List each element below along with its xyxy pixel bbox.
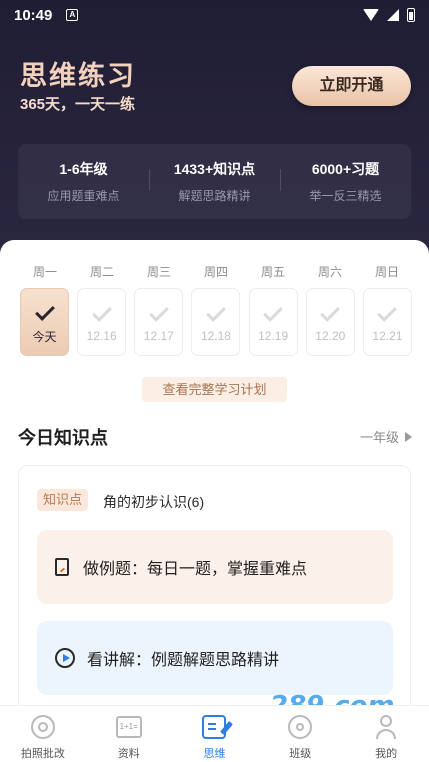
day-card[interactable]: 12.18 (191, 288, 241, 356)
day-label: 12.16 (86, 329, 117, 343)
task-label: 做例题：每日一题，掌握重难点 (83, 561, 308, 578)
day-card-today[interactable]: 今天 (20, 288, 69, 356)
day-card[interactable]: 12.17 (134, 288, 184, 356)
weekday-row: 周一 周二 周三 周四 周五 周六 周日 (20, 263, 412, 280)
tab-mine[interactable]: 我的 (343, 706, 429, 762)
status-bar: 10:49 A (0, 0, 429, 30)
stat-grades: 1-6年级 应用题重难点 (18, 159, 149, 204)
check-icon (91, 302, 112, 322)
camera-icon (30, 715, 55, 739)
status-icons (363, 8, 415, 22)
wifi-icon (363, 9, 379, 21)
user-icon (375, 715, 397, 739)
check-icon (34, 300, 55, 321)
weekday-label: 周三 (146, 265, 171, 279)
tab-class[interactable]: 班级 (257, 706, 343, 762)
day-label: 12.19 (258, 329, 289, 343)
page-subtitle: 365天，一天一练 (20, 96, 136, 113)
stat-label: 应用题重难点 (47, 189, 120, 203)
weekday-label: 周四 (203, 265, 228, 279)
day-label: 今天 (32, 329, 57, 344)
weekday-label: 周二 (89, 265, 114, 279)
weekday-label: 周五 (260, 265, 285, 279)
signal-icon (387, 9, 399, 21)
day-card[interactable]: 12.16 (77, 288, 127, 356)
play-icon (55, 648, 75, 668)
document-edit-icon (55, 558, 69, 576)
day-card[interactable]: 12.19 (248, 288, 298, 356)
notification-icon: A (66, 9, 79, 21)
tab-label: 我的 (375, 748, 398, 760)
section-title: 今日知识点 (18, 428, 108, 448)
weekday-label: 周一 (32, 265, 57, 279)
tab-icon-wrap: 1+1= (115, 714, 142, 740)
stats-card: 1-6年级 应用题重难点 1433+知识点 解题思路精讲 6000+习题 举一反… (18, 144, 411, 219)
day-label: 12.17 (143, 329, 174, 343)
pencil-note-icon (202, 715, 227, 739)
tab-icon-wrap (373, 714, 399, 740)
check-icon (320, 302, 341, 322)
triangle-right-icon (405, 431, 412, 442)
hero-header: 10:49 A 思维练习 365天，一天一练 立即开通 1-6年级 应用题重难点… (0, 0, 429, 270)
lecture-task-button[interactable]: 看讲解：例题解题思路精讲 (37, 621, 393, 695)
tab-icon-wrap (287, 714, 313, 740)
tab-label: 拍照批改 (20, 748, 65, 760)
tab-label: 资料 (117, 748, 140, 760)
day-cards-row: 今天 12.16 12.17 12.18 12.19 12.20 12.21 (20, 288, 412, 356)
book-icon: 1+1= (115, 716, 142, 738)
tab-icon-wrap (30, 714, 56, 740)
grade-label: 一年级 (359, 430, 399, 445)
weekday-label: 周六 (317, 265, 342, 279)
knowledge-card: 知识点 角的初步认识(6) 做例题：每日一题，掌握重难点 看讲解：例题解题思路精… (18, 465, 411, 725)
tab-materials[interactable]: 1+1= 资料 (86, 706, 172, 762)
open-membership-button[interactable]: 立即开通 (292, 66, 411, 106)
tab-photo-grading[interactable]: 拍照批改 (0, 706, 86, 762)
tab-thinking[interactable]: 思维 (172, 706, 258, 762)
class-icon (288, 715, 313, 739)
grade-selector[interactable]: 一年级 (360, 427, 412, 446)
stat-knowledge-points: 1433+知识点 解题思路精讲 (149, 159, 280, 204)
battery-icon (407, 8, 415, 22)
check-icon (263, 302, 284, 322)
stat-label: 举一反三精选 (309, 189, 382, 203)
weekday-label: 周日 (374, 265, 399, 279)
day-card[interactable]: 12.21 (362, 288, 412, 356)
knowledge-topic: 角的初步认识(6) (103, 494, 205, 510)
bottom-tab-bar: 拍照批改 1+1= 资料 思维 班级 我的 (0, 705, 429, 762)
example-task-button[interactable]: 做例题：每日一题，掌握重难点 (37, 530, 393, 604)
day-card[interactable]: 12.20 (305, 288, 355, 356)
day-label: 12.20 (315, 329, 346, 343)
stat-value: 1433+知识点 (173, 161, 256, 177)
task-label: 看讲解：例题解题思路精讲 (87, 652, 280, 669)
check-icon (377, 302, 398, 322)
knowledge-tag: 知识点 (37, 489, 89, 511)
tab-label: 思维 (203, 748, 226, 760)
status-time: 10:49 (14, 6, 53, 24)
check-icon (148, 302, 169, 322)
page-title: 思维练习 (20, 61, 136, 91)
tab-label: 班级 (289, 748, 312, 760)
content-sheet: 周一 周二 周三 周四 周五 周六 周日 今天 12.16 12.17 12.1… (0, 240, 429, 725)
stat-value: 6000+习题 (311, 161, 380, 177)
tab-icon-wrap (201, 714, 227, 740)
full-study-plan-link[interactable]: 查看完整学习计划 (142, 377, 287, 402)
check-icon (206, 302, 226, 322)
stat-label: 解题思路精讲 (178, 189, 251, 203)
day-label: 12.18 (200, 329, 231, 343)
stat-value: 1-6年级 (59, 161, 108, 177)
day-label: 12.21 (372, 329, 403, 343)
stat-exercises: 6000+习题 举一反三精选 (280, 159, 411, 204)
